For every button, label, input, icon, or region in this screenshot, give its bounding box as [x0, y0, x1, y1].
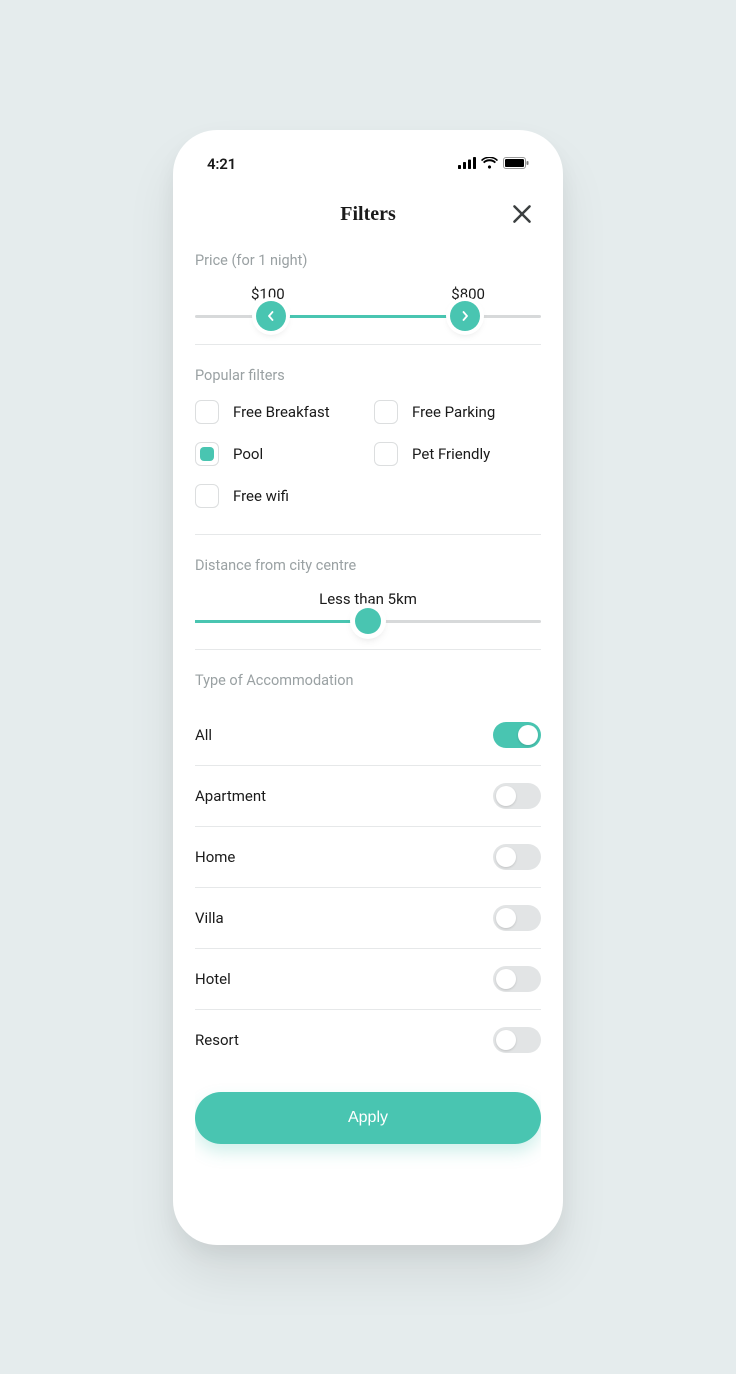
filter-item[interactable]: Free wifi [195, 484, 362, 508]
price-min-handle[interactable] [256, 301, 286, 331]
accommodation-row: Apartment [195, 766, 541, 827]
screen-header: Filters [195, 203, 541, 226]
price-range-fill [271, 315, 465, 318]
clock: 4:21 [207, 155, 236, 173]
toggle-knob [518, 725, 538, 745]
divider [195, 649, 541, 650]
filter-label: Free wifi [233, 487, 289, 505]
toggle[interactable] [493, 966, 541, 992]
filters-content: Price (for 1 night) $100 $800 Popular fi… [195, 252, 541, 1215]
checkbox[interactable] [195, 400, 219, 424]
accommodation-label: Villa [195, 909, 224, 927]
filter-item[interactable]: Pool [195, 442, 362, 466]
toggle-knob [496, 969, 516, 989]
filter-label: Pet Friendly [412, 445, 490, 463]
distance-fill [195, 620, 368, 623]
wifi-icon [481, 155, 498, 173]
toggle-knob [496, 908, 516, 928]
close-icon [509, 201, 535, 227]
battery-icon [503, 155, 529, 173]
filter-item[interactable]: Pet Friendly [374, 442, 541, 466]
apply-button[interactable]: Apply [195, 1092, 541, 1144]
accommodation-row: All [195, 705, 541, 766]
toggle[interactable] [493, 1027, 541, 1053]
accommodation-row: Resort [195, 1010, 541, 1070]
filter-label: Pool [233, 445, 263, 463]
distance-slider[interactable] [195, 620, 541, 623]
popular-section-label: Popular filters [195, 367, 541, 384]
distance-value: Less than 5km [195, 590, 541, 608]
filter-item[interactable]: Free Parking [374, 400, 541, 424]
cellular-icon [458, 155, 476, 173]
accommodation-label: Home [195, 848, 235, 866]
status-bar: 4:21 [195, 153, 541, 175]
chevron-left-icon [266, 311, 276, 321]
popular-filters: Free Breakfast Free Parking Pool Pet Friend… [195, 400, 541, 508]
filter-label: Free Breakfast [233, 403, 330, 421]
accommodation-row: Hotel [195, 949, 541, 1010]
status-icons [458, 155, 529, 173]
toggle[interactable] [493, 844, 541, 870]
distance-handle[interactable] [355, 608, 381, 634]
price-values: $100 $800 [195, 285, 541, 303]
price-range-slider[interactable] [195, 315, 541, 318]
toggle[interactable] [493, 722, 541, 748]
checkbox[interactable] [374, 400, 398, 424]
checkbox[interactable] [374, 442, 398, 466]
checkbox[interactable] [195, 484, 219, 508]
divider [195, 534, 541, 535]
page-title: Filters [195, 203, 541, 226]
price-min: $100 [251, 285, 285, 303]
accommodation-list: All Apartment Home Villa Hotel Resort [195, 705, 541, 1070]
toggle[interactable] [493, 905, 541, 931]
accommodation-label: Resort [195, 1031, 239, 1049]
distance-section-label: Distance from city centre [195, 557, 541, 574]
toggle[interactable] [493, 783, 541, 809]
checkbox[interactable] [195, 442, 219, 466]
toggle-knob [496, 1030, 516, 1050]
price-max: $800 [451, 285, 485, 303]
accommodation-section-label: Type of Accommodation [195, 672, 541, 689]
toggle-knob [496, 847, 516, 867]
accommodation-row: Villa [195, 888, 541, 949]
filter-label: Free Parking [412, 403, 495, 421]
accommodation-row: Home [195, 827, 541, 888]
accommodation-label: Hotel [195, 970, 231, 988]
divider [195, 344, 541, 345]
price-max-handle[interactable] [450, 301, 480, 331]
price-section-label: Price (for 1 night) [195, 252, 541, 269]
accommodation-label: All [195, 726, 212, 744]
filters-screen: 4:21 Filters Price (for 1 night) $100 $8… [173, 130, 563, 1245]
filter-item[interactable]: Free Breakfast [195, 400, 362, 424]
chevron-right-icon [460, 311, 470, 321]
close-button[interactable] [509, 201, 535, 227]
accommodation-label: Apartment [195, 787, 266, 805]
toggle-knob [496, 786, 516, 806]
